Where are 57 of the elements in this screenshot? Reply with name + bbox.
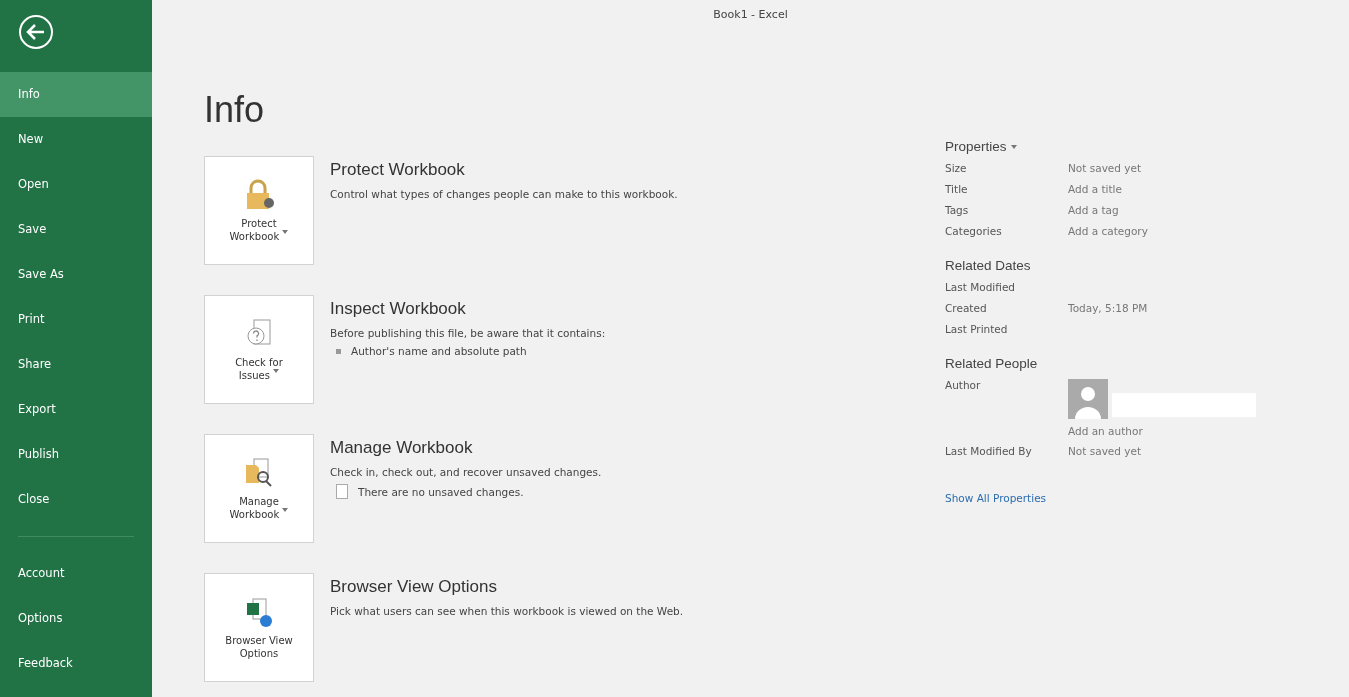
property-label: Last Printed xyxy=(945,323,1009,336)
protect-button[interactable]: Protect Workbook xyxy=(204,156,314,265)
property-value: Not saved yet xyxy=(1068,445,1143,458)
manage-button[interactable]: Manage Workbook xyxy=(204,434,314,543)
property-label: Author xyxy=(945,379,982,393)
caret-icon xyxy=(1010,144,1017,149)
sidebar-item[interactable]: Open xyxy=(0,162,152,207)
property-label: Created xyxy=(945,302,988,315)
bullet-icon xyxy=(336,348,341,354)
inspect-button[interactable]: Check for Issues xyxy=(204,295,314,404)
section-description: Before publishing this file, be aware that it contains: xyxy=(330,327,606,339)
section-title: Manage Workbook xyxy=(330,438,474,458)
property-value: Today, 5:18 PM xyxy=(1068,302,1149,315)
property-value: Not saved yet xyxy=(1068,162,1143,175)
add-author-link[interactable]: Add an author xyxy=(1068,425,1143,437)
sidebar-item[interactable]: Share xyxy=(0,342,152,387)
property-label: Tags xyxy=(945,204,970,217)
browser-button[interactable]: Browser View Options xyxy=(204,573,314,682)
section-description: Check in, check out, and recover unsaved changes. xyxy=(330,466,602,478)
property-label: Size xyxy=(945,162,968,175)
property-label: Last Modified By xyxy=(945,445,1033,458)
back-icon[interactable] xyxy=(18,14,54,50)
sidebar-item[interactable]: Options xyxy=(0,596,152,641)
section-description: Control what types of changes people can make to this workbook. xyxy=(330,188,678,200)
sidebar-item[interactable]: Print xyxy=(0,297,152,342)
sidebar-item[interactable]: Close xyxy=(0,477,152,522)
folder-search-icon xyxy=(244,456,274,489)
sidebar-item[interactable]: Publish xyxy=(0,432,152,477)
spreadsheet-globe-icon xyxy=(244,595,274,628)
sidebar-item[interactable]: Save As xyxy=(0,252,152,297)
panel-heading: Properties xyxy=(945,139,1007,154)
panel-heading: Related Dates xyxy=(945,258,1031,273)
sidebar-item[interactable]: Account xyxy=(0,551,152,596)
property-value: Add a category xyxy=(1068,225,1149,238)
property-label: Categories xyxy=(945,225,1003,238)
section-title: Protect Workbook xyxy=(330,160,466,180)
window-title: Book1 - Excel xyxy=(713,8,788,21)
person-silhouette-icon xyxy=(1068,379,1108,419)
page-heading: Info xyxy=(204,89,266,131)
padlock-icon xyxy=(244,178,274,211)
section-title: Inspect Workbook xyxy=(330,299,467,319)
property-label: Title xyxy=(945,183,969,196)
sidebar-item[interactable]: Save xyxy=(0,207,152,252)
property-value: Add a title xyxy=(1068,183,1123,196)
panel-heading: Related People xyxy=(945,356,1038,371)
section-title: Browser View Options xyxy=(330,577,498,597)
section-note: There are no unsaved changes. xyxy=(358,485,524,498)
property-label: Last Modified xyxy=(945,281,1016,294)
section-description: Pick what users can see when this workbook is viewed on the Web. xyxy=(330,605,684,617)
sidebar-item[interactable]: Feedback xyxy=(0,641,152,686)
sidebar-item[interactable]: Info xyxy=(0,72,152,117)
show-all-properties-link[interactable]: Show All Properties xyxy=(945,492,1047,504)
sidebar-item[interactable]: Export xyxy=(0,387,152,432)
document-icon xyxy=(336,484,348,499)
sidebar-item[interactable]: New xyxy=(0,117,152,162)
section-note: Author's name and absolute path xyxy=(351,345,527,357)
property-value: Add a tag xyxy=(1068,204,1120,217)
